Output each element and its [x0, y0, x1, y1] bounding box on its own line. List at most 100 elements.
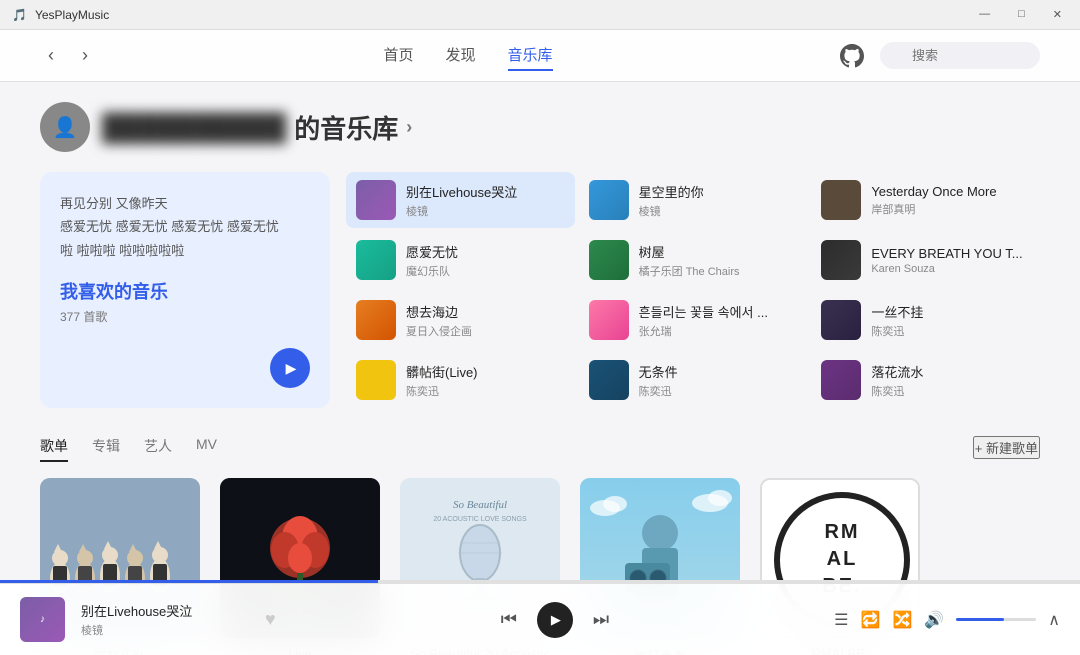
song-info: EVERY BREATH YOU T... Karen Souza — [871, 246, 1030, 275]
prev-button[interactable]: ⏮ — [501, 609, 517, 630]
user-header: 👤 ██████████ 的音乐库 › — [40, 102, 1040, 152]
nav-discover[interactable]: 发现 — [445, 40, 475, 71]
song-item[interactable]: 一丝不挂 陈奕迅 — [811, 292, 1040, 348]
titlebar-win-controls: — □ ✕ — [973, 6, 1068, 23]
svg-text:20 ACOUSTIC LOVE SONGS: 20 ACOUSTIC LOVE SONGS — [433, 516, 527, 523]
featured-play-button[interactable] — [270, 348, 310, 388]
song-name: 无条件 — [639, 362, 798, 381]
song-info: 一丝不挂 陈奕迅 — [871, 302, 1030, 339]
repeat-button[interactable]: 🔁 — [861, 610, 881, 630]
tabs-row: 歌单 专辑 艺人 MV + 新建歌单 — [40, 432, 1040, 462]
song-name: 别在Livehouse哭泣 — [406, 182, 565, 201]
song-name: 愿爱无忧 — [406, 242, 565, 261]
github-icon[interactable] — [840, 44, 864, 68]
volume-slider[interactable] — [956, 618, 1036, 621]
forward-button[interactable]: › — [74, 41, 96, 70]
lyric-line-1: 再见分别 又像昨天 — [60, 192, 310, 215]
song-thumbnail — [821, 360, 861, 400]
song-item[interactable]: 想去海边 夏日入侵企画 — [346, 292, 575, 348]
song-item[interactable]: 愿爱无忧 魔幻乐队 — [346, 232, 575, 288]
like-button[interactable]: ♥ — [265, 609, 276, 630]
song-name: 一丝不挂 — [871, 302, 1030, 321]
nav-home[interactable]: 首页 — [383, 40, 413, 71]
featured-row: 再见分别 又像昨天 感爱无忧 感爱无忧 感爱无忧 感爱无忧 啦 啦啦啦 啦啦啦啦… — [40, 172, 1040, 408]
next-button[interactable]: ⏭ — [593, 609, 609, 630]
pause-button[interactable] — [537, 602, 573, 638]
new-playlist-button[interactable]: + 新建歌单 — [973, 436, 1040, 459]
song-artist: 棱镜 — [406, 203, 565, 219]
song-item[interactable]: 星空里的你 棱镜 — [579, 172, 808, 228]
tab-mv[interactable]: MV — [196, 432, 217, 462]
volume-button[interactable]: 🔊 — [924, 610, 944, 630]
song-name: 树屋 — [639, 242, 798, 261]
maximize-button[interactable]: □ — [1012, 6, 1031, 23]
svg-text:AL: AL — [827, 548, 858, 570]
song-thumbnail — [821, 180, 861, 220]
song-item[interactable]: EVERY BREATH YOU T... Karen Souza — [811, 232, 1040, 288]
song-artist: 陈奕迅 — [406, 383, 565, 399]
song-artist: 岸部真明 — [871, 201, 1030, 217]
app-icon: 🎵 — [12, 8, 27, 22]
song-item[interactable]: 落花流水 陈奕迅 — [811, 352, 1040, 408]
username-blurred: ██████████ — [102, 112, 286, 143]
titlebar-left: 🎵 YesPlayMusic — [12, 8, 109, 22]
song-name: EVERY BREATH YOU T... — [871, 246, 1030, 261]
player-right-controls: ☰ 🔁 🔀 🔊 ∧ — [834, 610, 1060, 630]
shuffle-button[interactable]: 🔀 — [892, 610, 912, 630]
search-input[interactable] — [880, 42, 1040, 69]
expand-button[interactable]: ∧ — [1048, 610, 1060, 630]
app-name: YesPlayMusic — [35, 8, 109, 22]
song-artist: 魔幻乐队 — [406, 263, 565, 279]
close-button[interactable]: ✕ — [1047, 6, 1068, 23]
edit-icon[interactable]: › — [406, 117, 412, 138]
song-name: Yesterday Once More — [871, 184, 1030, 199]
song-artist: 夏日入侵企画 — [406, 323, 565, 339]
song-thumbnail — [356, 240, 396, 280]
titlebar: 🎵 YesPlayMusic — □ ✕ — [0, 0, 1080, 30]
lyric-line-3: 啦 啦啦啦 啦啦啦啦啦 — [60, 239, 310, 262]
header-right: 🔍 — [840, 42, 1040, 69]
song-thumbnail — [356, 360, 396, 400]
tabs: 歌单 专辑 艺人 MV — [40, 432, 217, 462]
back-button[interactable]: ‹ — [40, 41, 62, 70]
song-info: 愿爱无忧 魔幻乐队 — [406, 242, 565, 279]
header: ‹ › 首页 发现 音乐库 🔍 — [0, 30, 1080, 82]
song-artist: 橘子乐团 The Chairs — [639, 263, 798, 279]
tab-artist[interactable]: 艺人 — [144, 432, 172, 462]
song-artist: 陈奕迅 — [639, 383, 798, 399]
player-info: 别在Livehouse哭泣 棱镜 — [81, 601, 241, 638]
song-item[interactable]: 树屋 橘子乐团 The Chairs — [579, 232, 808, 288]
featured-count: 377 首歌 — [60, 308, 310, 325]
featured-lyrics: 再见分别 又像昨天 感爱无忧 感爱无忧 感爱无忧 感爱无忧 啦 啦啦啦 啦啦啦啦… — [60, 192, 310, 262]
minimize-button[interactable]: — — [973, 6, 996, 23]
song-artist: Karen Souza — [871, 263, 1030, 275]
nav-links: 首页 发现 音乐库 — [383, 40, 552, 71]
song-info: 髒帖街(Live) 陈奕迅 — [406, 362, 565, 399]
lyric-line-2: 感爱无忧 感爱无忧 感爱无忧 感爱无忧 — [60, 215, 310, 238]
song-thumbnail — [356, 180, 396, 220]
player-title: 别在Livehouse哭泣 — [81, 601, 241, 620]
song-item[interactable]: 别在Livehouse哭泣 棱镜 — [346, 172, 575, 228]
player-artist: 棱镜 — [81, 622, 241, 638]
player-thumbnail: ♪ — [20, 597, 65, 642]
app: ‹ › 首页 发现 音乐库 🔍 👤 ██████████ 的音乐库 › — [0, 30, 1080, 655]
song-item[interactable]: 흔들리는 꽃들 속에서 ... 张允瑞 — [579, 292, 808, 348]
tab-playlist[interactable]: 歌单 — [40, 432, 68, 462]
user-title-suffix: 的音乐库 — [294, 109, 398, 146]
nav-arrows: ‹ › — [40, 41, 96, 70]
song-thumbnail — [821, 240, 861, 280]
song-item[interactable]: 无条件 陈奕迅 — [579, 352, 808, 408]
song-item[interactable]: Yesterday Once More 岸部真明 — [811, 172, 1040, 228]
featured-playlist-name[interactable]: 我喜欢的音乐 — [60, 278, 310, 304]
song-info: 想去海边 夏日入侵企画 — [406, 302, 565, 339]
song-item[interactable]: 髒帖街(Live) 陈奕迅 — [346, 352, 575, 408]
song-info: 无条件 陈奕迅 — [639, 362, 798, 399]
playlist-button[interactable]: ☰ — [834, 610, 848, 630]
search-wrapper: 🔍 — [880, 42, 1040, 69]
nav-library[interactable]: 音乐库 — [508, 40, 553, 71]
song-artist: 棱镜 — [639, 203, 798, 219]
song-name: 髒帖街(Live) — [406, 362, 565, 381]
song-info: Yesterday Once More 岸部真明 — [871, 184, 1030, 217]
tab-album[interactable]: 专辑 — [92, 432, 120, 462]
song-info: 树屋 橘子乐团 The Chairs — [639, 242, 798, 279]
